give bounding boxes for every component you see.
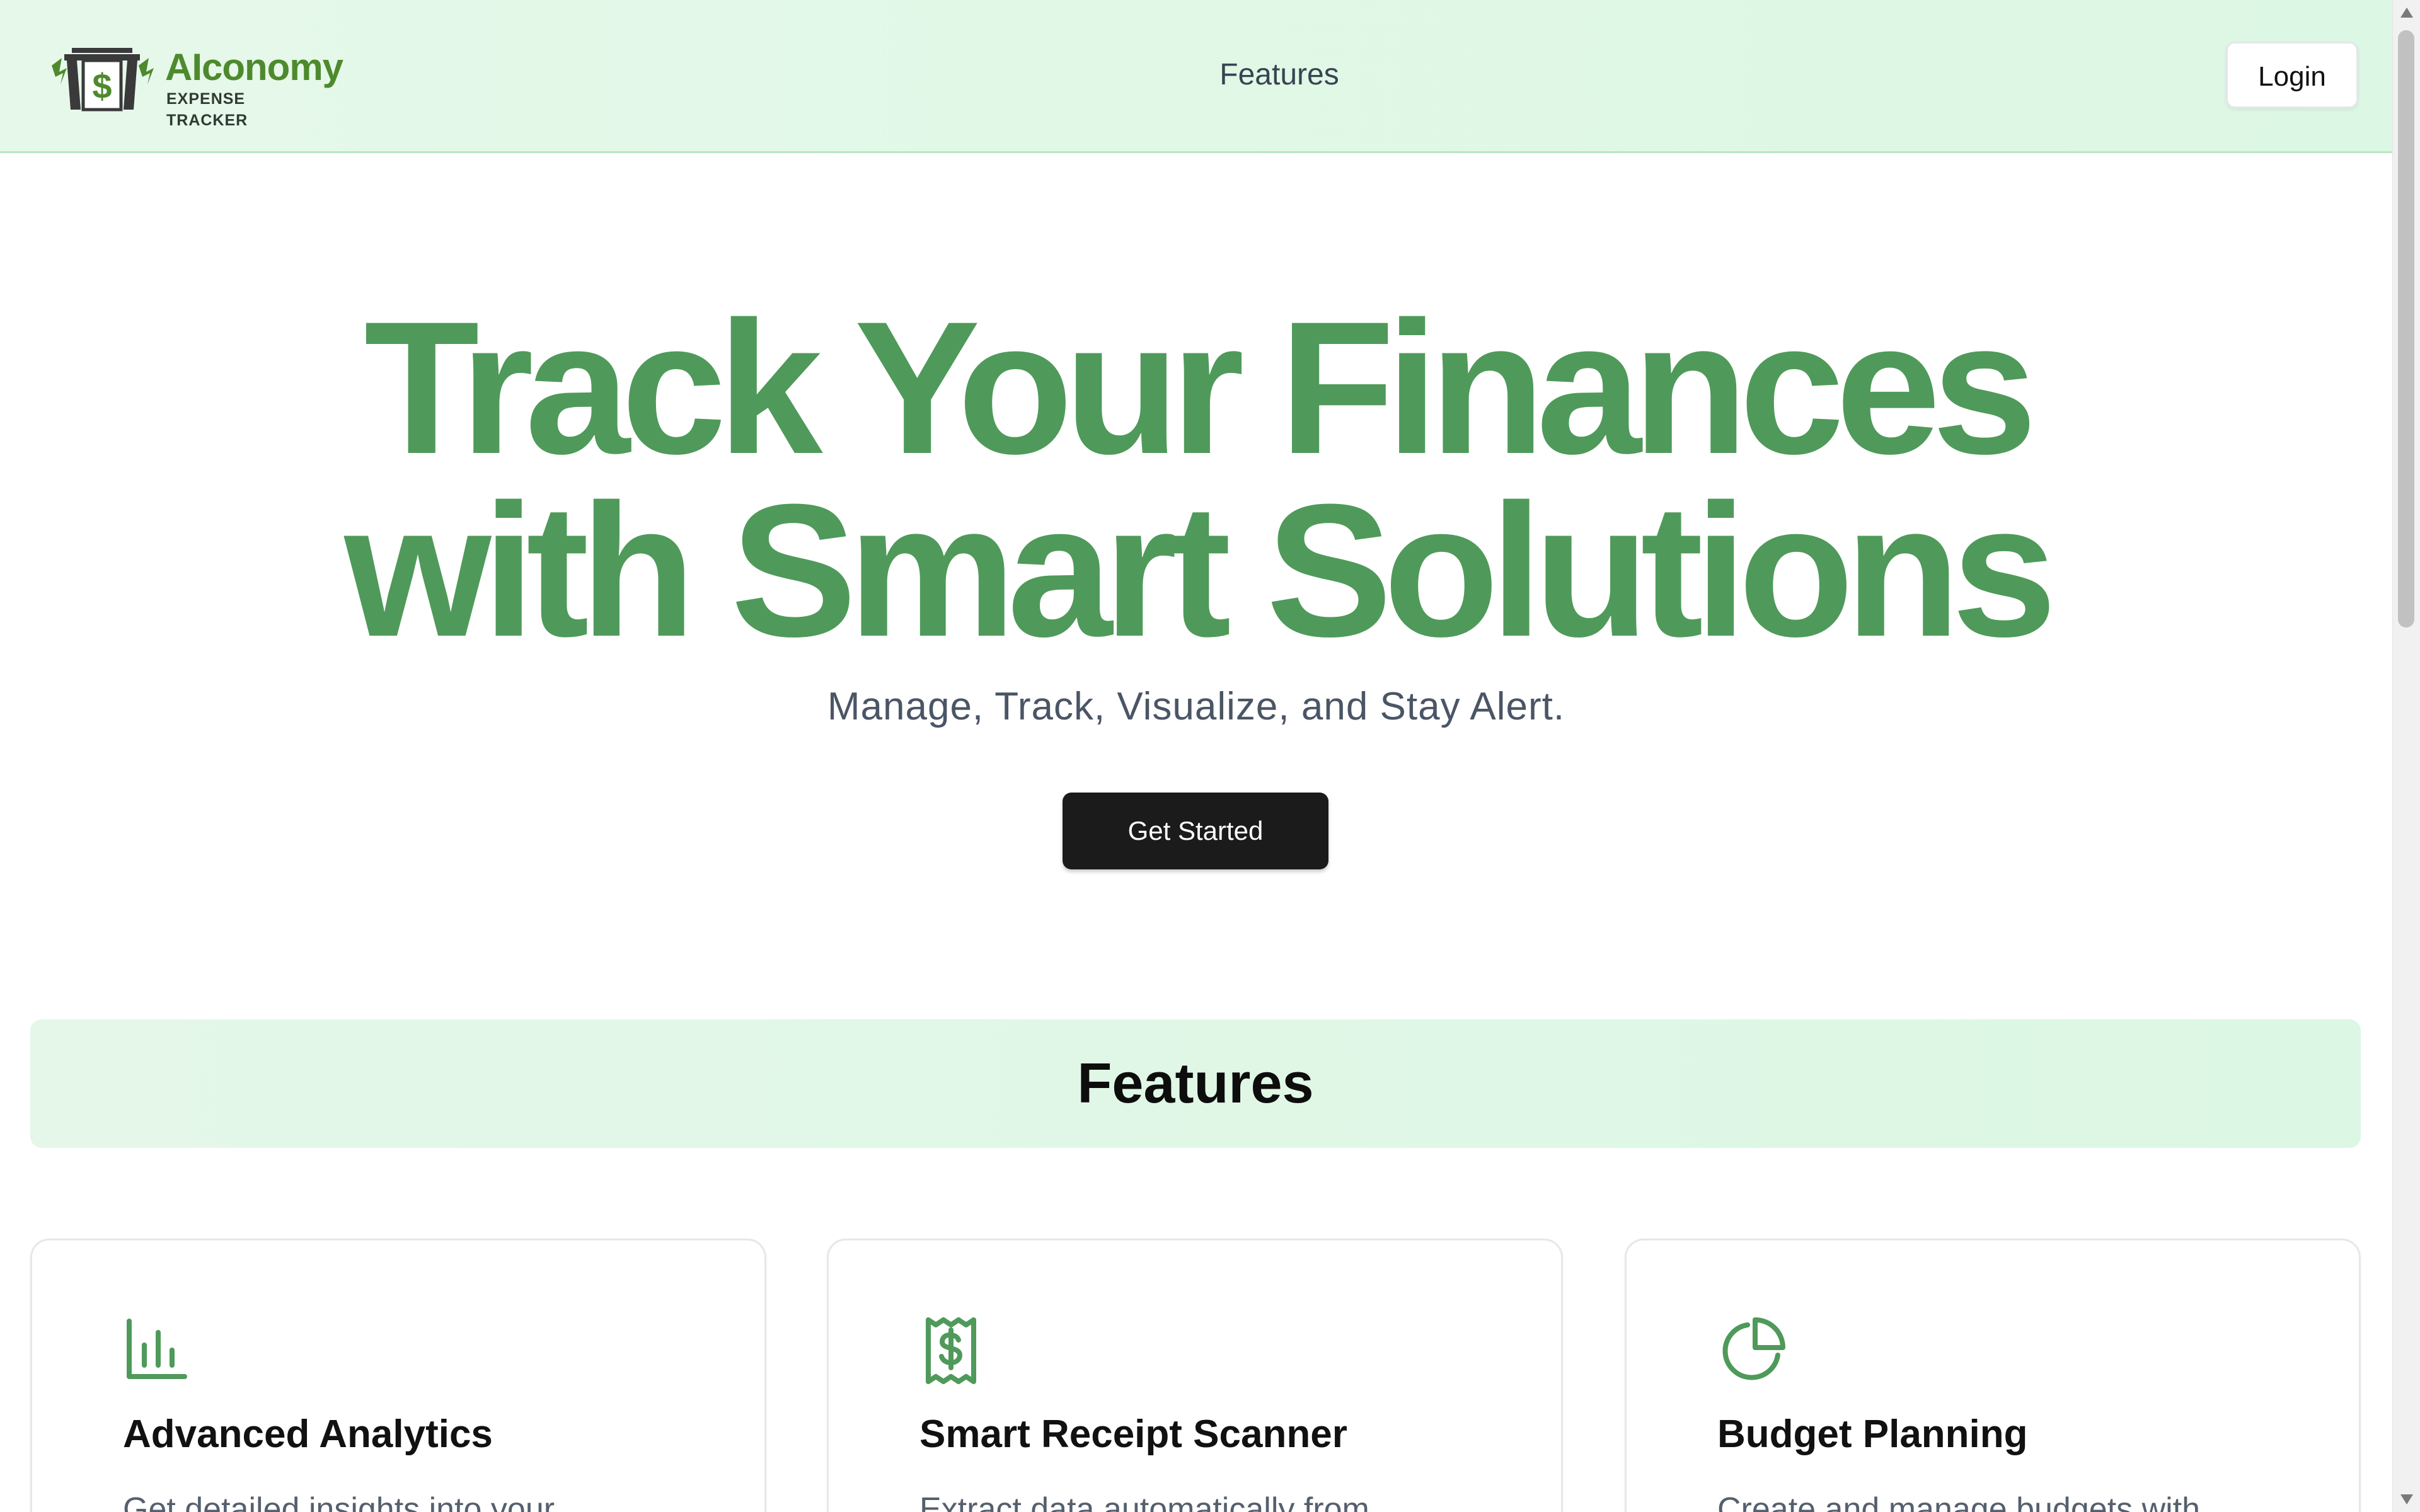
landing-page: $ AIconomy EXPENSE TRACKER Features Logi… (0, 0, 2392, 1512)
feature-card-title: Budget Planning (1717, 1412, 2028, 1456)
feature-card-receipt-scanner: Smart Receipt Scanner Extract data autom… (827, 1239, 1563, 1512)
brand-logo[interactable]: $ AIconomy EXPENSE TRACKER (45, 40, 343, 129)
pie-chart-icon (1722, 1317, 1785, 1380)
svg-text:$: $ (92, 66, 112, 106)
scroll-up-arrow-icon[interactable] (2399, 5, 2414, 20)
brand-tagline: EXPENSE TRACKER (166, 90, 248, 129)
receipt-icon (926, 1317, 976, 1384)
brand-name: AIconomy (165, 46, 343, 88)
scroll-down-arrow-icon[interactable] (2399, 1492, 2414, 1507)
login-button[interactable]: Login (2226, 42, 2358, 108)
nav-link-features[interactable]: Features (1197, 54, 1361, 96)
feature-card-title: Smart Receipt Scanner (919, 1412, 1347, 1456)
scrollbar-thumb[interactable] (2398, 30, 2414, 627)
feature-card-description: Extract data automatically from (919, 1491, 1369, 1512)
top-navbar: $ AIconomy EXPENSE TRACKER Features Logi… (0, 0, 2392, 153)
dollar-bill-icon: $ (52, 48, 154, 112)
feature-card-budget-planning: Budget Planning Create and manage budget… (1625, 1239, 2361, 1512)
hero-heading: Track Your Finances with Smart Solutions (0, 282, 2392, 676)
hero-heading-line-1: Track Your Finances (364, 282, 2037, 493)
features-section-header: Features (30, 1019, 2361, 1148)
bar-chart-icon (127, 1319, 187, 1379)
vertical-scrollbar[interactable] (2392, 0, 2420, 1512)
feature-card-description: Create and manage budgets with (1717, 1491, 2201, 1512)
hero-subtitle: Manage, Track, Visualize, and Stay Alert… (827, 685, 1565, 728)
features-heading: Features (1077, 1052, 1314, 1115)
feature-card-title: Advanced Analytics (123, 1412, 493, 1456)
hero-heading-line-2: with Smart Solutions (344, 464, 2056, 676)
feature-card-analytics: Advanced Analytics Get detailed insights… (30, 1239, 766, 1512)
feature-card-description: Get detailed insights into your (123, 1491, 555, 1512)
get-started-button[interactable]: Get Started (1063, 793, 1328, 869)
